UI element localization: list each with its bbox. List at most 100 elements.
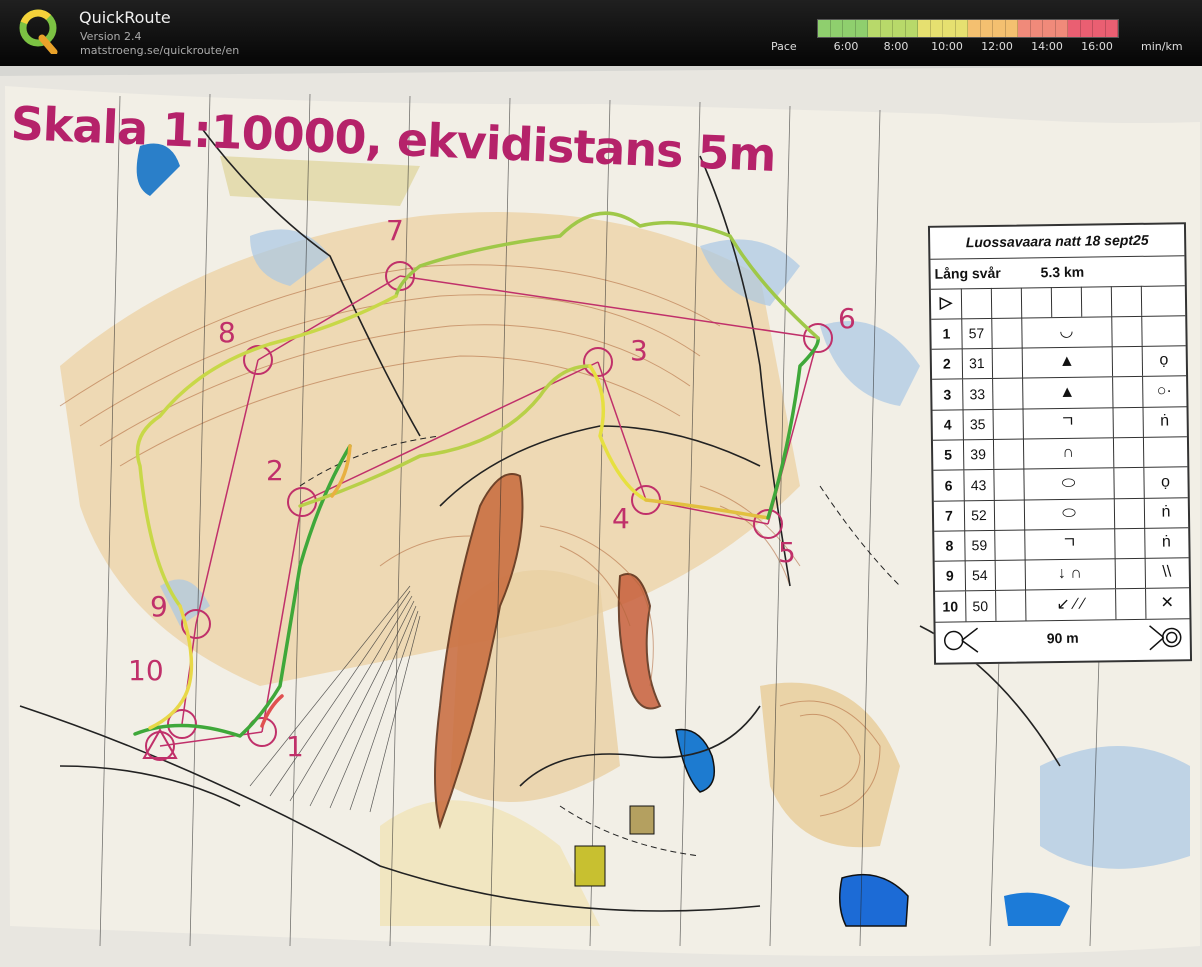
app-url[interactable]: matstroeng.se/quickroute/en	[80, 44, 239, 57]
control-label: 10	[128, 654, 164, 687]
control-label: 8	[218, 316, 236, 349]
position-symbol-icon: ○·	[1156, 382, 1172, 400]
pace-label: Pace	[771, 40, 797, 53]
control-label: 7	[386, 214, 404, 247]
position-symbol-icon: ṅ	[1161, 533, 1171, 551]
description-row: 8 59 ㄱ ṅ	[934, 527, 1189, 562]
description-row: 5 39 ∩	[932, 436, 1188, 471]
pace-tick: 6:00	[833, 40, 859, 53]
feature-symbol-icon: ㄱ	[1024, 528, 1116, 560]
pace-tick: 12:00	[981, 40, 1013, 53]
pace-scale-cell	[1018, 20, 1031, 37]
app-title: QuickRoute	[79, 8, 171, 27]
feature-symbol-icon: ⬭	[1023, 498, 1116, 530]
pace-scale-cell	[1030, 20, 1043, 37]
control-number: 8	[934, 530, 966, 561]
control-code: 33	[962, 378, 994, 409]
quickroute-window: QuickRoute Version 2.4 matstroeng.se/qui…	[0, 0, 1202, 967]
control-number: 1	[931, 318, 963, 349]
pace-scale-cell	[880, 20, 893, 37]
description-row: 6 43 ⬭ ọ	[933, 466, 1188, 502]
feature-symbol-icon: ∩	[1022, 437, 1115, 469]
pace-scale-cell	[980, 20, 993, 37]
pace-scale-cell	[1105, 20, 1118, 37]
feature-symbol-icon: ◡	[1021, 316, 1113, 348]
position-symbol-icon: ✕	[1160, 594, 1175, 612]
quickroute-logo-icon	[19, 9, 58, 54]
description-row: 2 31 ▲ ọ	[931, 345, 1187, 381]
position-symbol-icon: ọ	[1159, 351, 1169, 369]
position-symbol-icon: \\	[1162, 563, 1172, 581]
control-label: 9	[150, 590, 168, 623]
control-code: 35	[962, 408, 994, 440]
description-row: 3 33 ▲ ○·	[932, 375, 1187, 411]
pace-scale-cell	[1068, 20, 1081, 37]
pace-scale-cell	[943, 20, 956, 37]
description-row: 10 50 ↙ ⁄ ⁄ ✕	[935, 587, 1190, 623]
pace-scale-cell	[905, 20, 918, 37]
control-label: 6	[838, 302, 856, 335]
pace-tick: 8:00	[883, 40, 909, 53]
pace-scale-cell	[868, 20, 881, 37]
description-row: 7 52 ⬭ ṅ	[933, 497, 1189, 532]
pace-scale-cell	[1055, 20, 1068, 37]
pace-color-scale	[817, 19, 1119, 38]
control-code: 59	[964, 530, 996, 561]
position-symbol-icon: ọ	[1160, 472, 1171, 491]
pace-scale-cell	[830, 20, 843, 37]
start-row: ▷	[930, 285, 1186, 320]
feature-symbol-icon: ⬭	[1023, 467, 1115, 500]
finish-row: 90 m	[935, 618, 1190, 660]
pace-scale-cell	[893, 20, 906, 37]
description-row: 1 57 ◡	[931, 315, 1186, 350]
control-code: 39	[962, 439, 995, 470]
control-number: 5	[932, 439, 965, 470]
pace-scale-cell	[930, 20, 943, 37]
control-number: 7	[933, 500, 966, 531]
pace-scale-cell	[918, 20, 931, 37]
course-length: 5.3 km	[1040, 263, 1085, 281]
pace-scale-cell	[968, 20, 981, 37]
app-header: QuickRoute Version 2.4 matstroeng.se/qui…	[0, 0, 1202, 66]
feature-symbol-icon: ▲	[1021, 346, 1114, 378]
position-symbol-icon	[1141, 315, 1185, 346]
position-symbol-icon	[1143, 436, 1187, 467]
control-number: 9	[934, 560, 967, 592]
pace-scale-cell	[1080, 20, 1093, 37]
orienteering-map[interactable]: Skala 1:10000, ekvidistans 5m 1 2 3 4 5 …	[0, 66, 1202, 967]
control-code: 43	[963, 469, 995, 500]
control-label: 1	[286, 730, 304, 763]
control-number: 10	[935, 591, 967, 622]
pace-scale-cell	[1005, 20, 1018, 37]
event-name: Luossavaara natt 18 sept25	[929, 224, 1185, 260]
pace-scale-cell	[818, 20, 831, 37]
pace-scale-cell	[855, 20, 868, 37]
control-label: 5	[778, 536, 796, 569]
finish-circle-icon	[1149, 625, 1182, 651]
description-row: 4 35 ㄱ ṅ	[932, 406, 1187, 441]
start-triangle-icon: ▷	[930, 288, 963, 319]
control-number: 2	[931, 348, 964, 380]
control-code: 52	[963, 499, 996, 531]
control-number: 3	[932, 378, 964, 410]
pace-scale-cell	[1093, 20, 1106, 37]
course-class: Lång svår	[934, 264, 1001, 282]
pace-tick: 10:00	[931, 40, 963, 53]
control-number: 6	[933, 469, 965, 501]
pace-scale-cell	[955, 20, 968, 37]
pace-unit: min/km	[1141, 40, 1183, 53]
control-code: 54	[964, 560, 997, 591]
feature-symbol-icon: ㄱ	[1022, 407, 1114, 439]
position-symbol-icon: ṅ	[1161, 503, 1171, 521]
control-code: 50	[965, 590, 997, 622]
control-code: 57	[961, 317, 993, 349]
feature-symbol-icon: ↓ ∩	[1024, 558, 1117, 590]
control-description-sheet: Luossavaara natt 18 sept25 Lång svår 5.3…	[927, 222, 1193, 665]
position-symbol-icon: ṅ	[1160, 412, 1170, 430]
control-label: 3	[630, 334, 648, 367]
pace-scale-cell	[1043, 20, 1056, 37]
control-label: 4	[612, 502, 630, 535]
pace-tick: 16:00	[1081, 40, 1113, 53]
control-code: 31	[961, 348, 994, 379]
description-row: 9 54 ↓ ∩ \\	[934, 557, 1190, 593]
